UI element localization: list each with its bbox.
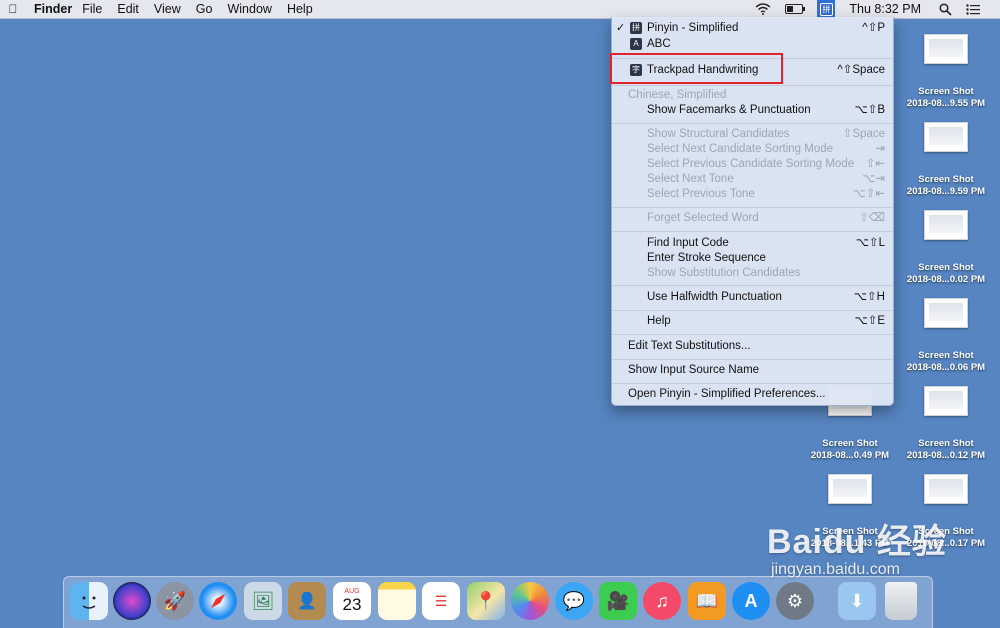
menu-app-finder[interactable]: Finder bbox=[34, 2, 72, 16]
screenshot-thumbnail bbox=[924, 210, 968, 240]
preview-icon[interactable]: 🖼 bbox=[244, 582, 282, 620]
menu-item-open-preferences[interactable]: Open Pinyin - Simplified Preferences... bbox=[612, 387, 893, 402]
file-date: 2018-08...0.12 PM bbox=[906, 450, 986, 461]
clock[interactable]: Thu 8:32 PM bbox=[849, 2, 921, 16]
menu-item-find-input-code[interactable]: Find Input Code ⌥⇧L bbox=[612, 236, 893, 251]
calendar-icon[interactable]: AUG 23 bbox=[333, 582, 371, 620]
menu-divider bbox=[612, 310, 893, 311]
file-name: Screen Shot bbox=[822, 438, 878, 449]
menu-divider bbox=[612, 207, 893, 208]
spotlight-search-icon[interactable] bbox=[939, 2, 952, 16]
input-source-menu: ✓ 拼 Pinyin - Simplified ^⇧P A ABC 字 Trac… bbox=[610, 17, 894, 406]
menu-item-next-tone[interactable]: Select Next Tone ⌥⇥ bbox=[612, 172, 893, 187]
notes-icon[interactable] bbox=[378, 582, 416, 620]
file-name: Screen Shot bbox=[918, 262, 974, 273]
system-preferences-icon[interactable]: ⚙ bbox=[776, 582, 814, 620]
file-name: Screen Shot bbox=[918, 174, 974, 185]
messages-icon[interactable]: 💬 bbox=[555, 582, 593, 620]
menu-divider bbox=[612, 231, 893, 232]
menu-item-enter-stroke-sequence[interactable]: Enter Stroke Sequence bbox=[612, 251, 893, 266]
calendar-day: 23 bbox=[342, 595, 362, 614]
desktop-file-icon[interactable]: Screen Shot 2018-08...9.55 PM bbox=[900, 34, 992, 110]
status-area: 拼 Thu 8:32 PM bbox=[755, 0, 1000, 18]
watermark-url: jingyan.baidu.com bbox=[771, 561, 900, 578]
menu-item-previous-sorting-mode[interactable]: Select Previous Candidate Sorting Mode ⇧… bbox=[612, 157, 893, 172]
baidu-watermark: Baidu 经验 jingyan.baidu.com bbox=[767, 514, 947, 579]
checkmark-icon: ✓ bbox=[616, 22, 626, 34]
menu-edit[interactable]: Edit bbox=[117, 2, 139, 16]
menu-divider bbox=[612, 285, 893, 286]
finder-icon[interactable] bbox=[70, 582, 108, 620]
maps-icon[interactable]: 📍 bbox=[467, 582, 505, 620]
menu-item-show-substitution-candidates[interactable]: Show Substitution Candidates bbox=[612, 266, 893, 281]
menu-item-help[interactable]: Help ⌥⇧E bbox=[612, 314, 893, 329]
menu-divider bbox=[612, 334, 893, 335]
menu-divider bbox=[612, 359, 893, 360]
menu-go[interactable]: Go bbox=[196, 2, 213, 16]
menu-view[interactable]: View bbox=[154, 2, 181, 16]
input-source-menu-icon[interactable]: 拼 bbox=[817, 0, 836, 18]
screenshot-thumbnail bbox=[924, 298, 968, 328]
menu-item-abc[interactable]: A ABC bbox=[612, 37, 893, 52]
wifi-icon[interactable] bbox=[755, 3, 771, 15]
screenshot-thumbnail bbox=[924, 34, 968, 64]
notification-center-icon[interactable] bbox=[966, 3, 980, 15]
red-highlight-box bbox=[610, 53, 783, 84]
menu-item-forget-selected-word[interactable]: Forget Selected Word ⇧⌫ bbox=[612, 211, 893, 226]
menu-item-pinyin-simplified[interactable]: ✓ 拼 Pinyin - Simplified ^⇧P bbox=[612, 21, 893, 36]
menu-section-header: Chinese, Simplified bbox=[628, 89, 727, 101]
menu-item-previous-tone[interactable]: Select Previous Tone ⌥⇧⇤ bbox=[612, 187, 893, 202]
trash-icon[interactable] bbox=[885, 582, 917, 620]
menu-window[interactable]: Window bbox=[227, 2, 271, 16]
contacts-icon[interactable]: 👤 bbox=[288, 582, 326, 620]
reminders-icon[interactable]: ☰ bbox=[422, 582, 460, 620]
books-icon[interactable]: 📖 bbox=[688, 582, 726, 620]
menu-help[interactable]: Help bbox=[287, 2, 313, 16]
menu-item-show-input-source-name[interactable]: Show Input Source Name bbox=[612, 363, 893, 378]
file-date: 2018-08...0.49 PM bbox=[810, 450, 890, 461]
menu-divider bbox=[612, 85, 893, 86]
file-date: 2018-08...0.06 PM bbox=[906, 362, 986, 373]
screenshot-thumbnail bbox=[924, 386, 968, 416]
app-store-icon[interactable]: A bbox=[732, 582, 770, 620]
screenshot-thumbnail bbox=[924, 122, 968, 152]
desktop-file-icon[interactable]: Screen Shot 2018-08...0.06 PM bbox=[900, 298, 992, 374]
abc-source-icon: A bbox=[630, 38, 642, 50]
facetime-icon[interactable]: 🎥 bbox=[599, 582, 637, 620]
menu-file[interactable]: File bbox=[82, 2, 102, 16]
pinyin-source-icon: 拼 bbox=[630, 22, 642, 34]
battery-icon[interactable] bbox=[785, 4, 806, 14]
file-name: Screen Shot bbox=[918, 350, 974, 361]
menu-item-next-sorting-mode[interactable]: Select Next Candidate Sorting Mode ⇥ bbox=[612, 142, 893, 157]
safari-icon[interactable] bbox=[199, 582, 237, 620]
file-name: Screen Shot bbox=[918, 438, 974, 449]
desktop-file-icon[interactable]: Screen Shot 2018-08...0.12 PM bbox=[900, 386, 992, 462]
music-icon[interactable]: ♫ bbox=[643, 582, 681, 620]
desktop-file-icon[interactable]: Screen Shot 2018-08...9.59 PM bbox=[900, 122, 992, 198]
menu-item-edit-text-substitutions[interactable]: Edit Text Substitutions... bbox=[612, 339, 893, 354]
menu-divider bbox=[612, 383, 893, 384]
file-date: 2018-08...0.02 PM bbox=[906, 274, 986, 285]
menu-item-show-facemarks[interactable]: Show Facemarks & Punctuation ⌥⇧B bbox=[612, 103, 893, 118]
screenshot-thumbnail bbox=[924, 474, 968, 504]
menu-item-halfwidth-punctuation[interactable]: Use Halfwidth Punctuation ⌥⇧H bbox=[612, 290, 893, 305]
menu-divider bbox=[612, 123, 893, 124]
menu-item-structural-candidates[interactable]: Show Structural Candidates ⇧Space bbox=[612, 127, 893, 142]
watermark-logo-text: Baidu 经验 bbox=[767, 523, 947, 561]
desktop-file-icon[interactable]: Screen Shot 2018-08...0.02 PM bbox=[900, 210, 992, 286]
siri-icon[interactable] bbox=[113, 582, 151, 620]
screenshot-thumbnail bbox=[828, 474, 872, 504]
downloads-folder-icon[interactable]: ⬇ bbox=[838, 582, 876, 620]
file-name: Screen Shot bbox=[918, 86, 974, 97]
file-date: 2018-08...9.55 PM bbox=[906, 98, 986, 109]
apple-menu-icon[interactable]:  bbox=[0, 2, 26, 16]
photos-icon[interactable] bbox=[511, 582, 549, 620]
launchpad-icon[interactable]: 🚀 bbox=[156, 582, 194, 620]
file-date: 2018-08...9.59 PM bbox=[906, 186, 986, 197]
